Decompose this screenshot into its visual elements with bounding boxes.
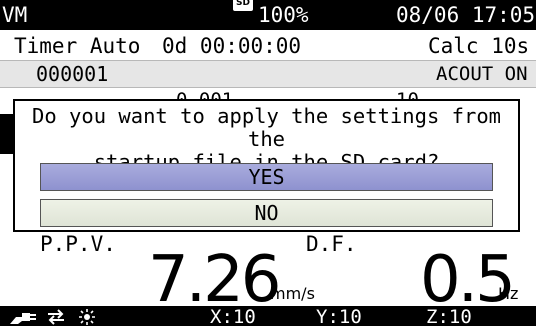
elapsed-time: 0d 00:00:00: [162, 34, 302, 58]
side-marker: [0, 114, 14, 154]
acout-status: ACOUT ON: [436, 63, 528, 85]
date-time: 08/06 17:05:30: [396, 3, 536, 27]
device-screen: VM SD 100% 08/06 17:05:30 Timer Auto 0d …: [0, 0, 536, 326]
yes-button[interactable]: YES: [40, 163, 493, 191]
status-bar: VM SD 100% 08/06 17:05:30: [0, 0, 536, 30]
timer-mode: Timer Auto: [14, 34, 141, 58]
ppv-label: P.P.V.: [40, 232, 116, 256]
timer-row: Timer Auto 0d 00:00:00 Calc 10s: [0, 30, 536, 60]
backlight-icon: [78, 308, 96, 326]
settings-dialog: Do you want to apply the settings from t…: [13, 99, 520, 232]
mode-indicator: VM: [2, 3, 28, 27]
record-id: 000001: [36, 62, 109, 86]
record-row: 000001 ACOUT ON: [0, 60, 536, 88]
power-plug-icon: [8, 308, 38, 326]
calc-interval: Calc 10s: [428, 34, 530, 58]
battery-level: 100%: [258, 3, 309, 27]
ppv-unit: mm/s: [270, 284, 315, 303]
df-label: D.F.: [306, 232, 357, 256]
z-channel: Z:10: [426, 306, 472, 326]
x-channel: X:10: [210, 306, 256, 326]
sd-card-label: SD: [233, 0, 253, 11]
no-button[interactable]: NO: [40, 199, 493, 227]
y-channel: Y:10: [316, 306, 362, 326]
df-unit: Hz: [498, 284, 519, 303]
swap-arrows-icon: [46, 308, 66, 326]
ppv-value: 7.26: [148, 243, 281, 317]
bottom-bar: X:10 Y:10 Z:10: [0, 306, 536, 326]
